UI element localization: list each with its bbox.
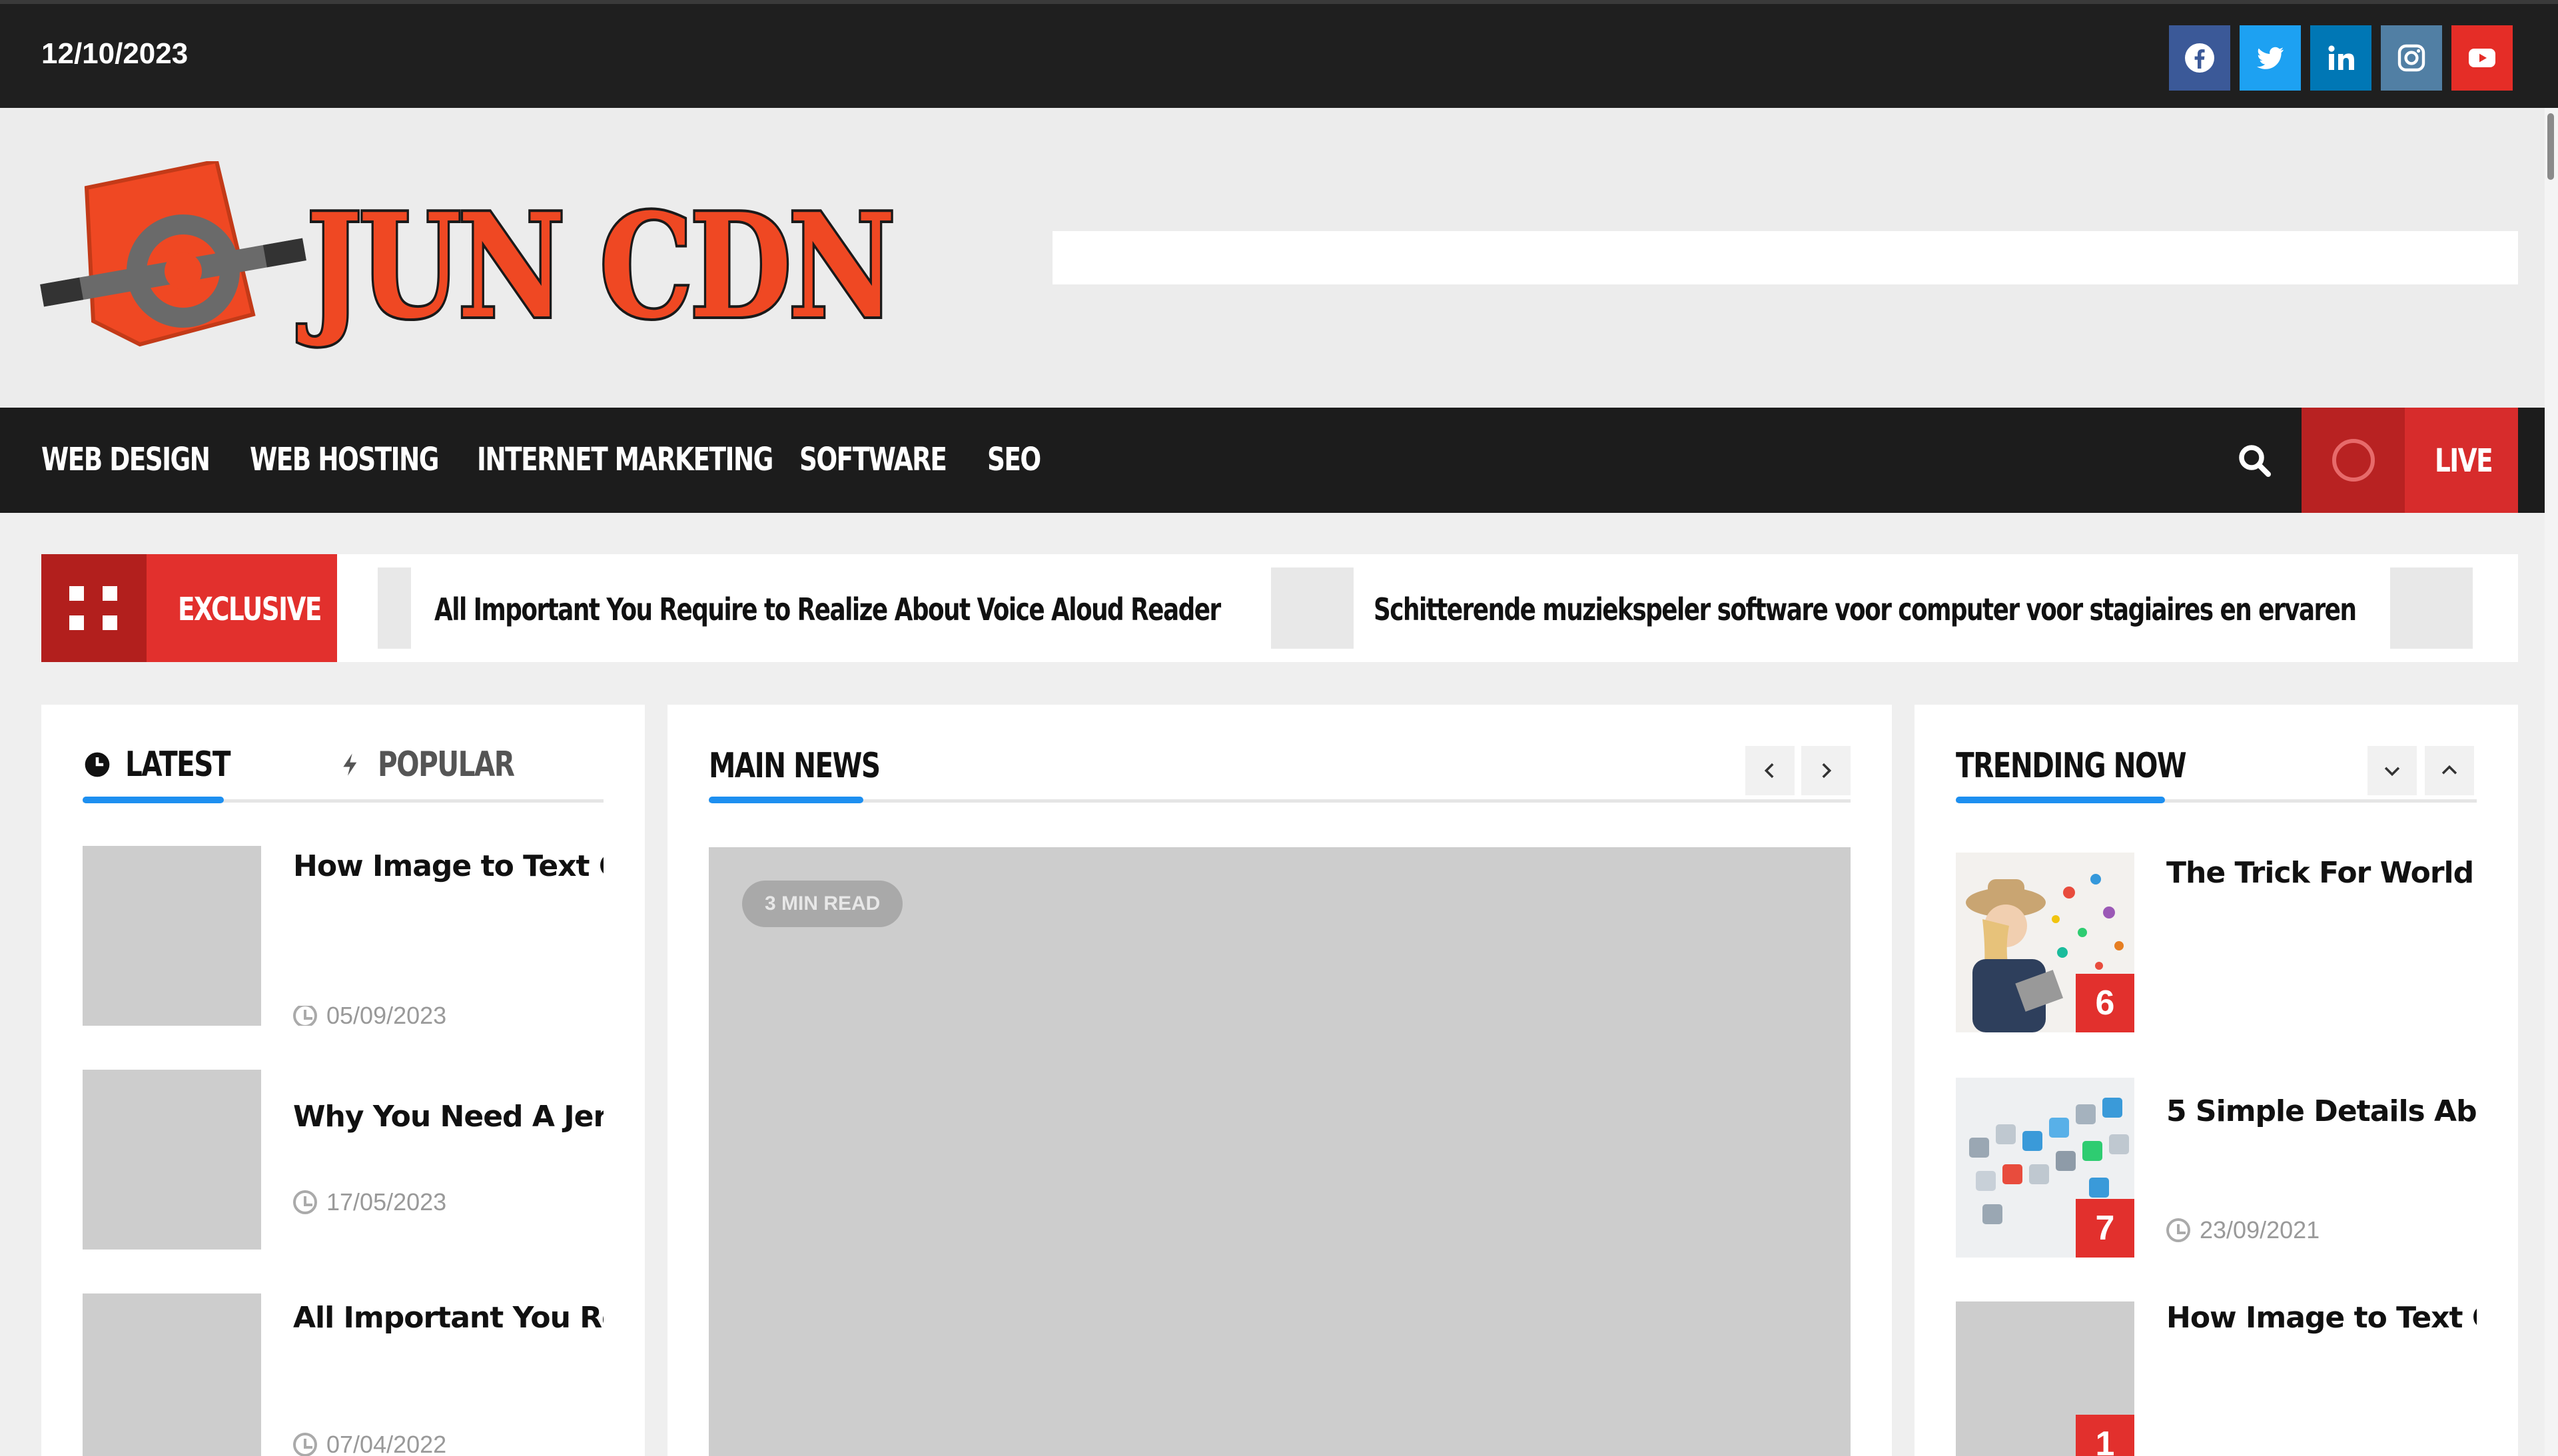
post-title[interactable]: How Image to Text Converter Online Tools…	[293, 846, 604, 1000]
youtube-icon[interactable]	[2451, 25, 2513, 91]
clock-icon	[2166, 1218, 2190, 1242]
active-tab-indicator	[83, 797, 224, 803]
prev-slide-button[interactable]	[1745, 746, 1795, 795]
tab-latest[interactable]: LATEST	[83, 745, 259, 785]
clock-icon	[293, 1006, 317, 1026]
main-navigation: WEB DESIGN WEB HOSTING INTERNET MARKETIN…	[0, 408, 2558, 513]
section-indicator	[1956, 797, 2165, 803]
logo-text: JUN CDN	[304, 182, 898, 350]
chevron-left-icon	[1764, 763, 1774, 779]
live-indicator-icon	[2302, 408, 2405, 513]
grid-icon	[41, 554, 147, 662]
post-thumbnail[interactable]: 1	[1956, 1301, 2134, 1456]
chevron-right-icon	[1822, 763, 1832, 779]
lightning-icon	[343, 753, 357, 776]
post-thumbnail[interactable]	[83, 1070, 261, 1250]
post-title[interactable]: The Trick For World Internet Marketing S…	[2166, 853, 2477, 1007]
facebook-icon[interactable]	[2169, 25, 2230, 91]
nav-item-seo[interactable]: SEO	[987, 441, 1041, 478]
post-title[interactable]: How Image to Text Converter Online Tools…	[2166, 1297, 2477, 1456]
post-date: 23/09/2021	[2166, 1216, 2320, 1244]
post-thumbnail[interactable]: 7	[1956, 1078, 2134, 1258]
ticker-thumb[interactable]	[2390, 567, 2473, 649]
rank-badge: 6	[2076, 974, 2134, 1032]
section-indicator	[709, 797, 863, 803]
post-thumbnail[interactable]: 6	[1956, 853, 2134, 1032]
clock-icon	[293, 1433, 317, 1456]
current-date: 12/10/2023	[41, 37, 189, 70]
search-icon[interactable]	[2235, 441, 2275, 481]
section-divider	[709, 799, 1851, 803]
nav-item-internet-marketing[interactable]: INTERNET MARKETING	[477, 441, 773, 478]
instagram-icon[interactable]	[2381, 25, 2442, 91]
site-logo[interactable]: JUN CDN	[40, 159, 898, 354]
ticker-thumb[interactable]	[1271, 567, 1354, 649]
post-title[interactable]: Why You Need A Jersey Football	[293, 1096, 604, 1174]
logo-emblem-icon	[40, 159, 306, 347]
post-date: 17/05/2023	[293, 1188, 446, 1216]
nav-item-software[interactable]: SOFTWARE	[799, 441, 947, 478]
tab-popular[interactable]: POPULAR	[338, 745, 552, 785]
trending-now-panel: TRENDING NOW 6 The Trick For World Inter…	[1915, 705, 2518, 1456]
clock-icon	[85, 752, 110, 777]
live-button[interactable]: LIVE	[2302, 408, 2518, 513]
nav-item-web-hosting[interactable]: WEB HOSTING	[250, 441, 440, 478]
post-date: 05/09/2023	[293, 1006, 446, 1026]
chevron-up-icon	[2441, 765, 2457, 775]
chevron-down-icon	[2384, 767, 2400, 777]
rank-badge: 1	[2076, 1415, 2134, 1456]
latest-popular-panel: LATEST POPULAR How Image to Text Convert…	[41, 705, 645, 1456]
scroll-down-button[interactable]	[2367, 746, 2417, 795]
next-slide-button[interactable]	[1801, 746, 1851, 795]
site-header: JUN CDN	[0, 108, 2558, 408]
post-title[interactable]: All Important You Require to Realize Abo…	[293, 1297, 604, 1413]
post-thumbnail[interactable]	[83, 846, 261, 1026]
ticker-item[interactable]: All Important You Require to Realize Abo…	[434, 591, 1221, 627]
exclusive-badge: EXCLUSIVE	[41, 554, 337, 662]
top-bar: 12/10/2023	[0, 0, 2558, 108]
ticker-thumb[interactable]	[378, 567, 411, 649]
linkedin-icon[interactable]	[2310, 25, 2371, 91]
live-label: LIVE	[2435, 442, 2493, 480]
exclusive-ticker: EXCLUSIVE All Important You Require to R…	[41, 554, 2518, 662]
ticker-item[interactable]: Schitterende muziekspeler software voor …	[1374, 591, 2357, 627]
twitter-icon[interactable]	[2240, 25, 2301, 91]
page-scrollbar[interactable]	[2545, 108, 2558, 1456]
scroll-up-button[interactable]	[2425, 746, 2474, 795]
header-ad-placeholder	[1053, 231, 2518, 284]
rank-badge: 7	[2076, 1199, 2134, 1258]
post-date: 07/04/2022	[293, 1431, 446, 1456]
main-news-panel: MAIN NEWS 3 MIN READ	[667, 705, 1892, 1456]
main-news-title: MAIN NEWS	[709, 746, 881, 786]
scrollbar-thumb[interactable]	[2547, 113, 2554, 180]
post-thumbnail[interactable]	[83, 1293, 261, 1456]
trending-now-title: TRENDING NOW	[1956, 746, 2187, 786]
main-news-image[interactable]: 3 MIN READ	[709, 847, 1851, 1456]
exclusive-label: EXCLUSIVE	[178, 591, 322, 628]
post-title[interactable]: 5 Simple Details About Inspirational Des…	[2166, 1091, 2477, 1207]
nav-item-web-design[interactable]: WEB DESIGN	[41, 441, 211, 478]
clock-icon	[293, 1190, 317, 1214]
read-time-badge: 3 MIN READ	[742, 881, 903, 927]
